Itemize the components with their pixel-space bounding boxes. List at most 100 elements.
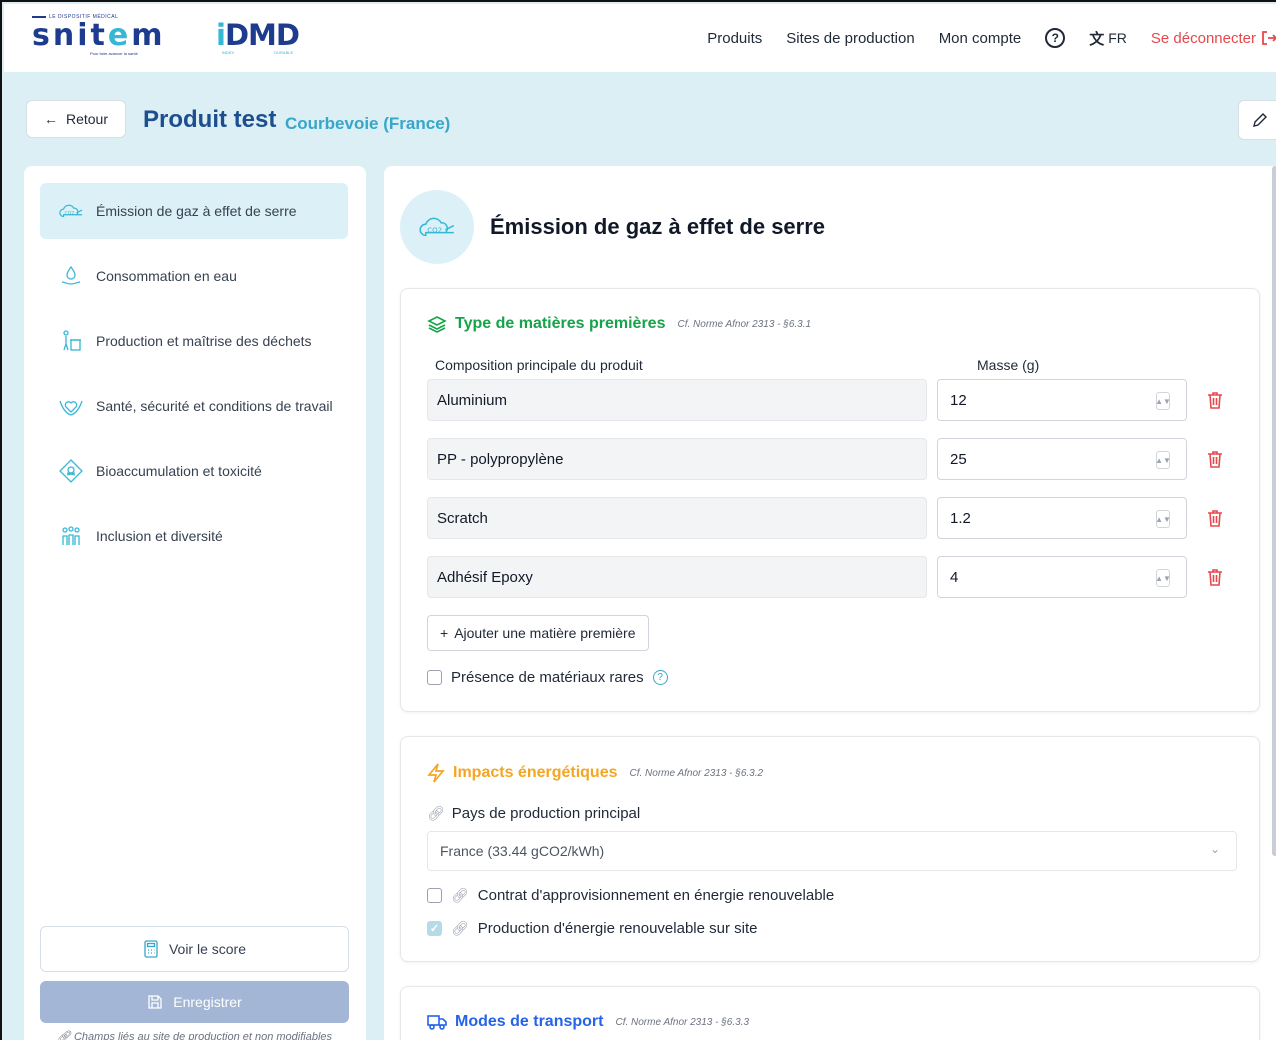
idmd-logo-left-tag: INDEX [222, 50, 235, 55]
mass-value: 12 [950, 391, 967, 409]
raw-materials-card: Type de matières premières Cf. Norme Afn… [400, 288, 1260, 712]
snitem-logo-sub: Pour faire avancer la santé [90, 51, 138, 56]
waste-bin-icon [58, 328, 84, 354]
material-field[interactable]: Scratch [427, 497, 927, 539]
trash-icon[interactable] [1205, 567, 1225, 587]
help-icon[interactable]: ? [1045, 28, 1066, 48]
mass-value: 25 [950, 450, 967, 468]
link-icon: 🔗︎ [451, 887, 469, 903]
page-scrollbar[interactable] [1272, 166, 1276, 856]
column-header-mass: Masse (g) [977, 357, 1040, 373]
trash-icon[interactable] [1205, 390, 1225, 410]
sidebar-item-health-safety[interactable]: Santé, sécurité et conditions de travail [40, 378, 348, 434]
section-title: Émission de gaz à effet de serre [490, 214, 826, 239]
material-field[interactable]: Aluminium [427, 379, 927, 421]
view-score-button[interactable]: Voir le score [40, 926, 349, 972]
rare-materials-label: Présence de matériaux rares [451, 669, 644, 686]
sidebar-item-label: Inclusion et diversité [96, 528, 223, 544]
idmd-logo[interactable]: iDMD INDEX DURABLE [216, 18, 300, 60]
sidebar-item-label: Émission de gaz à effet de serre [96, 203, 297, 219]
arrow-left-icon: ← [43, 111, 58, 127]
footnote-text: Champs liés au site de production et non… [73, 1031, 333, 1040]
material-row: Scratch 1.2 ▲▼ [427, 497, 1237, 539]
country-select[interactable]: France (33.44 gCO2/kWh) ⌄ [427, 831, 1237, 871]
stepper-icon[interactable]: ▲▼ [1155, 569, 1171, 587]
language-selector[interactable]: 文 FR [1089, 28, 1127, 49]
trash-icon[interactable] [1205, 449, 1225, 469]
sidebar-item-label: Bioaccumulation et toxicité [96, 463, 262, 479]
sidebar-item-label: Production et maîtrise des déchets [96, 333, 312, 349]
sidebar-item-toxicity[interactable]: Bioaccumulation et toxicité [40, 443, 348, 499]
onsite-production-checkbox[interactable]: ✓ [427, 921, 442, 936]
link-icon: 🔗︎ [427, 805, 445, 821]
stepper-icon[interactable]: ▲▼ [1155, 451, 1171, 469]
renewable-contract-checkbox[interactable] [427, 888, 442, 903]
mass-input[interactable]: 12 ▲▼ [937, 379, 1187, 421]
energy-heading: Impacts énergétiques Cf. Norme Afnor 231… [427, 763, 763, 783]
truck-icon [427, 1015, 447, 1030]
pencil-icon [1253, 113, 1267, 127]
material-row: PP - polypropylène 25 ▲▼ [427, 438, 1237, 480]
country-field-label: 🔗︎ Pays de production principal [427, 805, 640, 822]
edit-button[interactable] [1238, 100, 1276, 140]
linked-fields-footnote: 🔗︎ Champs liés au site de production et … [40, 1030, 349, 1040]
language-code: FR [1108, 30, 1127, 46]
toxic-icon [58, 458, 84, 484]
calculator-icon [144, 940, 158, 958]
mass-input[interactable]: 1.2 ▲▼ [937, 497, 1187, 539]
link-icon: 🔗︎ [56, 1031, 74, 1040]
view-score-label: Voir le score [168, 941, 247, 957]
raw-materials-title: Type de matières premières [455, 315, 666, 332]
sidebar-item-inclusion[interactable]: Inclusion et diversité [40, 508, 348, 564]
nav-my-account[interactable]: Mon compte [939, 30, 1022, 47]
renewable-contract-label: Contrat d'approvisionnement en énergie r… [477, 887, 835, 904]
stepper-icon[interactable]: ▲▼ [1155, 392, 1171, 410]
mass-input[interactable]: 25 ▲▼ [937, 438, 1187, 480]
chevron-down-icon: ⌄ [1209, 842, 1220, 856]
country-label-text: Pays de production principal [451, 805, 641, 822]
back-button-label: Retour [65, 111, 109, 127]
snitem-logo[interactable]: LE DISPOSITIF MÉDICAL snitem Pour faire … [32, 14, 182, 62]
energy-title: Impacts énergétiques [453, 764, 618, 781]
logout-label: Se déconnecter [1150, 29, 1256, 47]
layers-icon [427, 316, 447, 333]
back-button[interactable]: ← Retour [26, 100, 126, 138]
floppy-disk-icon [148, 995, 162, 1009]
logout-link[interactable]: Se déconnecter [1151, 29, 1276, 47]
country-select-value: France (33.44 gCO2/kWh) [440, 843, 605, 859]
rare-materials-option: Présence de matériaux rares ? [427, 669, 668, 686]
transport-card: Modes de transport Cf. Norme Afnor 2313 … [400, 986, 1260, 1040]
nav-products[interactable]: Produits [707, 30, 762, 47]
stepper-icon[interactable]: ▲▼ [1155, 510, 1171, 528]
sidebar-item-label: Santé, sécurité et conditions de travail [96, 398, 333, 414]
sidebar-item-ghg-emissions[interactable]: CO2 Émission de gaz à effet de serre [40, 183, 348, 239]
nav-production-sites[interactable]: Sites de production [786, 30, 914, 47]
material-field[interactable]: PP - polypropylène [427, 438, 927, 480]
sidebar-item-waste[interactable]: Production et maîtrise des déchets [40, 313, 348, 369]
link-icon: 🔗︎ [451, 920, 469, 936]
transport-heading: Modes de transport Cf. Norme Afnor 2313 … [427, 1013, 749, 1031]
rare-materials-checkbox[interactable] [427, 670, 442, 685]
material-field[interactable]: Adhésif Epoxy [427, 556, 927, 598]
top-nav: Produits Sites de production Mon compte … [707, 4, 1276, 72]
onsite-production-label: Production d'énergie renouvelable sur si… [477, 920, 758, 937]
svg-text:CO2: CO2 [65, 211, 75, 217]
transport-ref: Cf. Norme Afnor 2313 - §6.3.3 [615, 1016, 750, 1028]
mass-input[interactable]: 4 ▲▼ [937, 556, 1187, 598]
transport-title: Modes de transport [455, 1013, 604, 1030]
translate-icon: 文 [1089, 30, 1105, 48]
product-title: Produit test [143, 106, 277, 133]
raw-materials-heading: Type de matières premières Cf. Norme Afn… [427, 315, 811, 333]
renewable-contract-option: 🔗︎ Contrat d'approvisionnement en énergi… [427, 887, 834, 904]
help-circle-icon[interactable]: ? [652, 670, 668, 685]
people-group-icon [58, 523, 84, 549]
trash-icon[interactable] [1205, 508, 1225, 528]
co2-cloud-icon: CO2 [400, 190, 474, 264]
add-material-button[interactable]: + Ajouter une matière première [427, 615, 649, 651]
app-frame: LE DISPOSITIF MÉDICAL snitem Pour faire … [0, 0, 1276, 1040]
add-material-label: Ajouter une matière première [454, 625, 636, 641]
idmd-logo-word: iDMD [216, 18, 300, 52]
save-button[interactable]: Enregistrer [40, 981, 349, 1023]
snitem-logo-word: snitem [32, 18, 166, 53]
sidebar-item-water[interactable]: Consommation en eau [40, 248, 348, 304]
